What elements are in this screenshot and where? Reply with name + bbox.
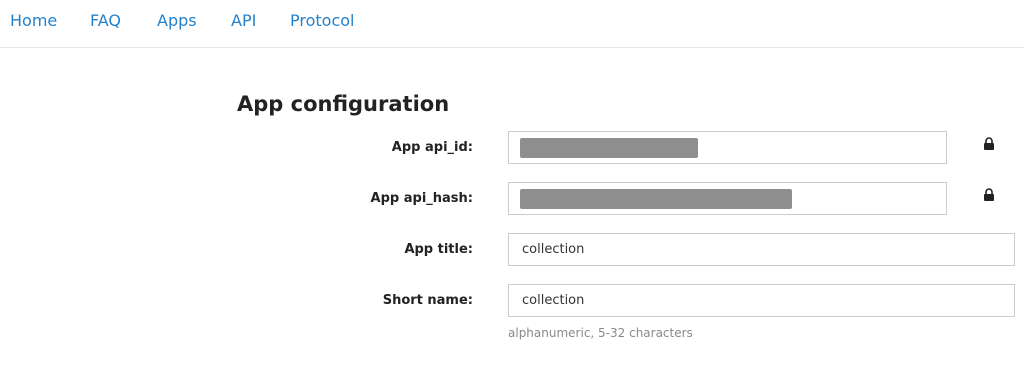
short-name-label: Short name: — [382, 293, 473, 308]
api-hash-field[interactable] — [508, 182, 947, 215]
app-title-input[interactable] — [509, 234, 1014, 265]
short-name-hint: alphanumeric, 5-32 characters — [508, 326, 693, 340]
app-title-field[interactable] — [508, 233, 1015, 266]
nav-link-api[interactable]: API — [231, 11, 256, 30]
api-id-field[interactable] — [508, 131, 947, 164]
short-name-input[interactable] — [509, 285, 1014, 316]
nav-link-home[interactable]: Home — [10, 11, 57, 30]
lock-icon — [984, 137, 994, 150]
nav-link-faq[interactable]: FAQ — [90, 11, 121, 30]
api-id-label: App api_id: — [391, 140, 473, 155]
app-title-label: App title: — [404, 242, 473, 257]
lock-icon — [984, 188, 994, 201]
short-name-field[interactable] — [508, 284, 1015, 317]
nav-link-protocol[interactable]: Protocol — [290, 11, 354, 30]
api-hash-label: App api_hash: — [370, 191, 473, 206]
nav-link-apps[interactable]: Apps — [157, 11, 197, 30]
page-title: App configuration — [237, 92, 450, 116]
redacted-value — [520, 138, 698, 158]
redacted-value — [520, 189, 792, 209]
top-navigation: Home FAQ Apps API Protocol — [0, 0, 1024, 48]
